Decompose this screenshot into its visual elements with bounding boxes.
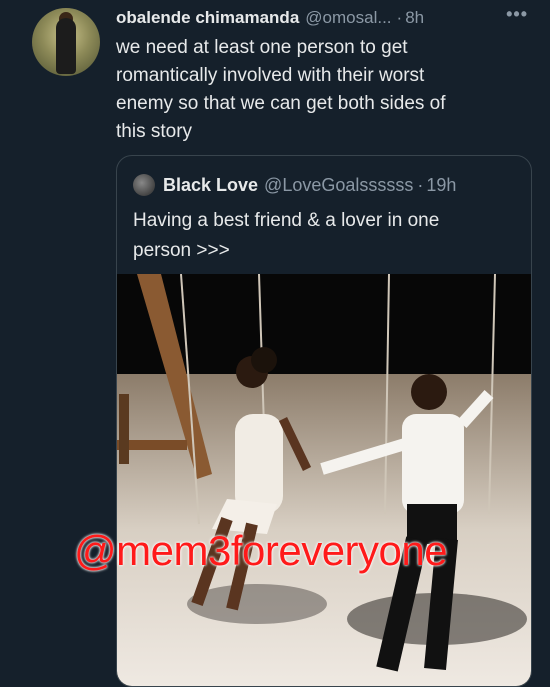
swing-photo-illustration <box>117 274 531 686</box>
quoted-author-name[interactable]: Black Love <box>163 175 258 196</box>
quoted-tweet-photo[interactable] <box>117 274 531 686</box>
quoted-tweet-text: Having a best friend & a lover in one pe… <box>133 206 513 266</box>
tweet-text-line: romantically involved with their worst <box>116 65 425 86</box>
author-avatar[interactable] <box>32 8 100 76</box>
quoted-author-avatar[interactable] <box>133 174 155 196</box>
author-handle[interactable]: @omosal... <box>305 8 391 28</box>
quoted-text-line: person >>> <box>133 240 230 261</box>
quoted-tweet[interactable]: Black Love @LoveGoalssssss · 19h Having … <box>116 155 532 687</box>
tweet-text-line: we need at least one person to get <box>116 37 408 58</box>
quoted-text-line: Having a best friend & a lover in one <box>133 210 440 231</box>
author-name[interactable]: obalende chimamanda <box>116 8 299 28</box>
separator-dot: · <box>396 8 403 27</box>
avatar-figure <box>56 18 76 74</box>
separator-dot: · <box>417 174 424 195</box>
tweet-text-line: this story <box>116 121 193 142</box>
quoted-tweet-header: Black Love @LoveGoalssssss · 19h <box>133 172 456 198</box>
tweet-text: we need at least one person to get roman… <box>116 34 516 146</box>
tweet[interactable]: obalende chimamanda @omosal... · 8h ••• … <box>0 0 550 687</box>
tweet-text-line: enemy so that we can get both sides of <box>116 93 446 114</box>
watermark-text: @mem3foreveryone <box>74 527 448 574</box>
quoted-author-handle[interactable]: @LoveGoalssssss <box>264 175 413 196</box>
tweet-header: obalende chimamanda @omosal... · 8h <box>116 6 542 30</box>
more-horizontal-icon[interactable]: ••• <box>506 4 528 25</box>
quoted-tweet-time[interactable]: 19h <box>426 175 456 196</box>
tweet-time[interactable]: 8h <box>405 8 424 28</box>
